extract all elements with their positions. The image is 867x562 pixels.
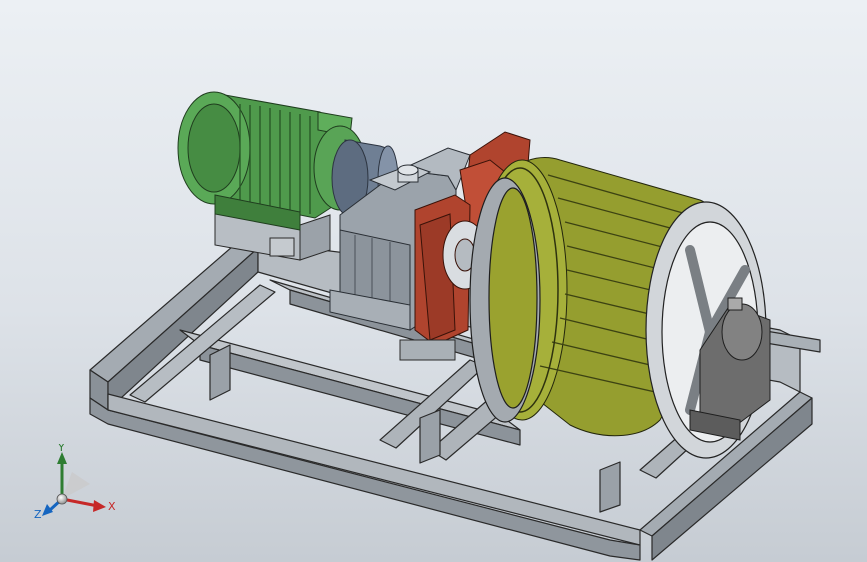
z-axis-label: Z — [34, 508, 42, 521]
x-axis-line — [61, 497, 99, 508]
coordinate-triad: Y X Z — [34, 444, 116, 521]
winch-assembly-model[interactable] — [0, 0, 867, 562]
cad-viewport[interactable]: Y X Z — [0, 0, 867, 562]
y-axis-label: Y — [57, 444, 65, 454]
drum-front-flange — [469, 177, 541, 423]
z-arrow-icon — [42, 504, 53, 516]
x-arrow-icon — [93, 500, 106, 512]
x-axis-label: X — [108, 500, 116, 513]
